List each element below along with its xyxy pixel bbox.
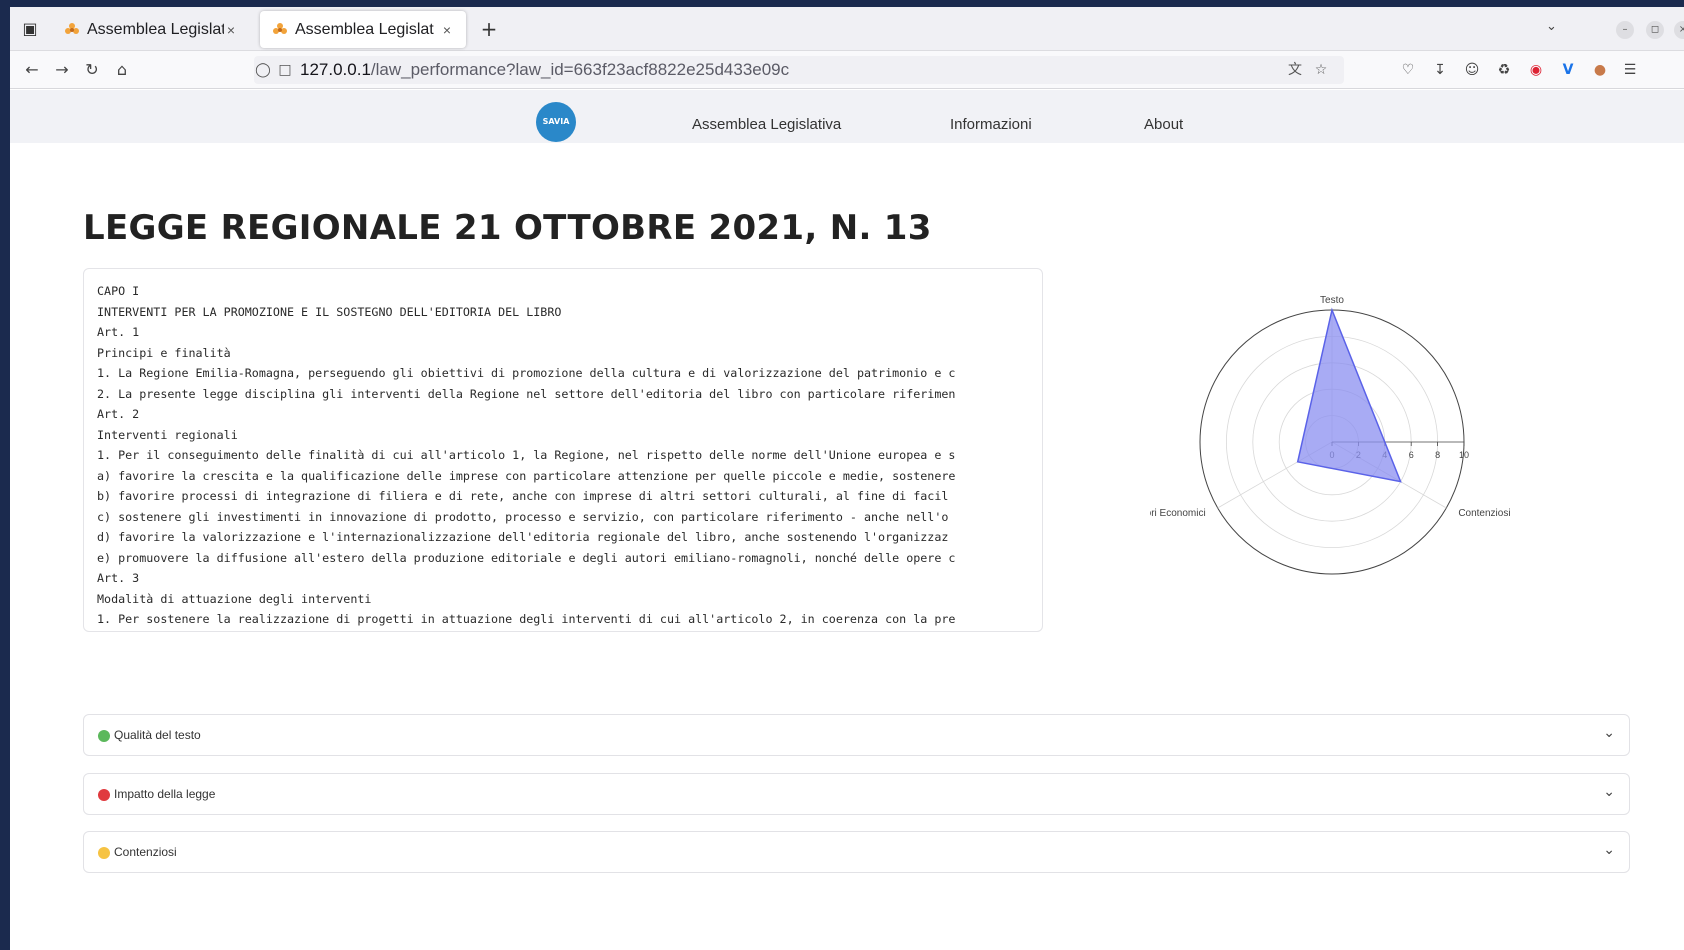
status-dot [98, 730, 110, 742]
extensions-icon[interactable]: ♻ [1494, 60, 1514, 80]
star-icon[interactable]: ☆ [1312, 61, 1330, 79]
download-icon[interactable]: ↧ [1430, 60, 1450, 80]
site-header: SAVIA Assemblea Legislativa Informazioni… [10, 90, 1684, 143]
status-dot [98, 847, 110, 859]
reload-icon[interactable]: ↻ [82, 60, 102, 80]
law-text-line: Art. 2 [97, 407, 140, 421]
page-title: LEGGE REGIONALE 21 OTTOBRE 2021, N. 13 [83, 208, 932, 248]
tab-title: Assemblea Legislat [295, 20, 434, 38]
close-icon[interactable]: × [440, 22, 454, 38]
radar-series-polygon [1296, 307, 1402, 483]
home-icon[interactable]: ⌂ [112, 60, 132, 80]
back-arrow-icon[interactable]: ← [22, 60, 42, 80]
law-text-line: 1. Per il conseguimento delle finalità d… [97, 448, 956, 462]
tab-list-icon[interactable]: ▣ [18, 17, 42, 41]
minimize-button[interactable]: – [1616, 21, 1634, 39]
radar-tick-label: 10 [1459, 450, 1469, 460]
law-text-line: Interventi regionali [97, 427, 238, 442]
law-text-line: a) favorire la crescita e la qualificazi… [97, 468, 956, 483]
browser-window: ▣ Assemblea Legislat × Assemblea Legisla… [10, 7, 1684, 950]
tab-title: Assemblea Legislat [87, 20, 224, 38]
law-text-lines: CAPO I INTERVENTI PER LA PROMOZIONE E IL … [97, 281, 1029, 630]
chevron-down-icon[interactable]: ⌄ [1603, 725, 1615, 741]
expander-contenziosi[interactable]: Contenziosi ⌄ [83, 831, 1630, 873]
law-text-box[interactable]: CAPO I INTERVENTI PER LA PROMOZIONE E IL … [83, 268, 1043, 632]
v-extension-icon[interactable]: V [1558, 60, 1578, 80]
pocket-icon[interactable]: ♡ [1398, 60, 1418, 80]
browser-tab-2[interactable]: Assemblea Legislat × [260, 11, 466, 48]
new-tab-button[interactable]: + [476, 17, 502, 43]
url-text[interactable]: 127.0.0.1/law_performance?law_id=663f23a… [300, 60, 789, 80]
shield-icon[interactable]: ◯ [254, 61, 272, 79]
extension-icon[interactable]: ● [1590, 60, 1610, 80]
law-text-line: 1. Per sostenere la realizzazione di pro… [97, 612, 956, 626]
radar-tick-label: 6 [1409, 450, 1414, 460]
law-text-line: INTERVENTI PER LA PROMOZIONE E IL SOSTEG… [97, 304, 562, 319]
tab-strip: ▣ Assemblea Legislat × Assemblea Legisla… [10, 7, 1684, 51]
radar-tick-label: 8 [1435, 450, 1440, 460]
flower-icon [273, 22, 287, 34]
radar-axis-label: Contenziosi [1458, 508, 1510, 519]
account-icon[interactable]: ☺ [1462, 60, 1482, 80]
menu-link-assemblea[interactable]: Assemblea Legislativa [692, 116, 841, 133]
browser-tab-1[interactable]: Assemblea Legislat × [52, 11, 250, 48]
url-path: /law_performance?law_id=663f23acf8822e25… [370, 60, 790, 79]
law-text-line: Modalità di attuazione degli interventi [97, 591, 372, 606]
law-text-line: b) favorire processi di integrazione di … [97, 489, 949, 503]
menu-link-about[interactable]: About [1144, 116, 1183, 133]
law-text-line: c) sostenere gli investimenti in innovaz… [97, 509, 949, 524]
chevron-down-icon[interactable]: ⌄ [1603, 842, 1615, 858]
flower-icon [65, 22, 79, 34]
expander-label: Contenziosi [114, 845, 177, 859]
page-icon[interactable]: □ [276, 61, 294, 79]
forward-arrow-icon[interactable]: → [52, 60, 72, 80]
translate-icon[interactable]: 文 [1286, 61, 1304, 79]
status-dot [98, 789, 110, 801]
expander-qualita-testo[interactable]: Qualità del testo ⌄ [83, 714, 1630, 756]
close-icon[interactable]: × [224, 22, 238, 38]
radar-axis-label: Testo [1320, 295, 1344, 306]
logo[interactable]: SAVIA [536, 102, 576, 142]
navigation-toolbar: ← → ↻ ⌂ ◯ □ 127.0.0.1/law_performance?la… [10, 51, 1684, 89]
law-text-line: Art. 3 [97, 571, 140, 585]
close-window-button[interactable]: × [1674, 21, 1684, 39]
address-bar[interactable]: ◯ □ 127.0.0.1/law_performance?law_id=663… [254, 56, 1344, 84]
maximize-button[interactable]: ◻ [1646, 21, 1664, 39]
law-text-line: Art. 1 [97, 325, 140, 339]
chevron-down-icon[interactable]: ⌄ [1546, 19, 1557, 34]
menu-link-informazioni[interactable]: Informazioni [950, 116, 1032, 133]
law-text-line: d) favorire la valorizzazione e l'intern… [97, 530, 949, 544]
law-text-line: Principi e finalità [97, 345, 231, 360]
shield-extension-icon[interactable]: ◉ [1526, 60, 1546, 80]
chevron-down-icon[interactable]: ⌄ [1603, 784, 1615, 800]
web-page: SAVIA Assemblea Legislativa Informazioni… [10, 90, 1684, 950]
radar-axis-label: Indicatori Economici [1150, 508, 1206, 519]
law-text-line: e) promuovere la diffusione all'estero d… [97, 550, 956, 565]
url-host: 127.0.0.1 [300, 60, 371, 79]
expander-label: Impatto della legge [114, 787, 216, 801]
expander-impatto-legge[interactable]: Impatto della legge ⌄ [83, 773, 1630, 815]
law-text-line: 1. La Regione Emilia-Romagna, perseguend… [97, 366, 956, 380]
law-text-line: CAPO I [97, 284, 140, 298]
menu-icon[interactable]: ☰ [1620, 60, 1640, 80]
law-text-line: 2. La presente legge disciplina gli inte… [97, 386, 956, 401]
expander-label: Qualità del testo [114, 728, 201, 742]
radar-chart: 0246810TestoContenziosiIndicatori Econom… [1150, 295, 1511, 575]
